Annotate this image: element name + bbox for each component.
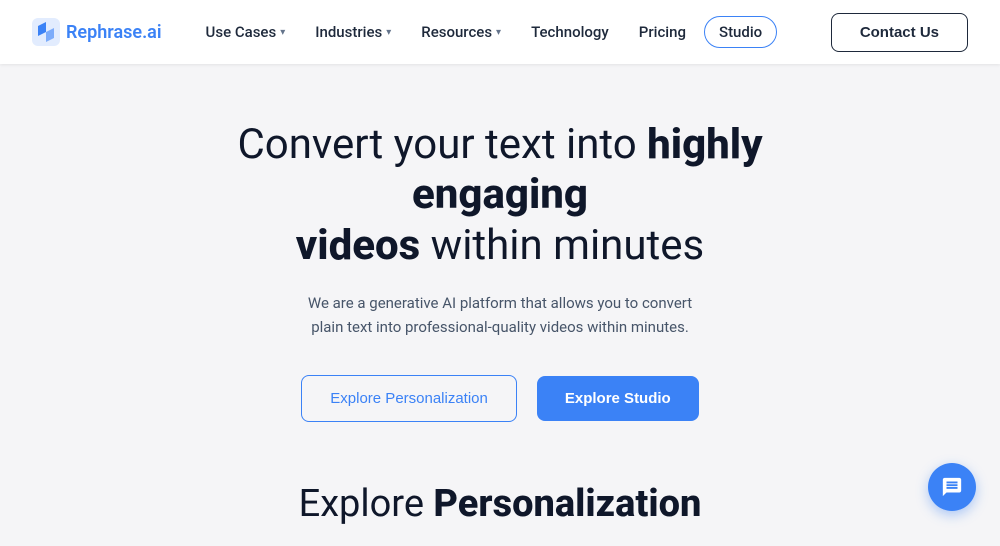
contact-us-button[interactable]: Contact Us (831, 13, 968, 52)
nav-item-use-cases[interactable]: Use Cases ▾ (194, 15, 298, 49)
hero-subtitle: We are a generative AI platform that all… (300, 291, 700, 339)
logo-icon (32, 18, 60, 46)
chat-icon (941, 476, 963, 498)
nav-item-pricing[interactable]: Pricing (627, 15, 698, 49)
logo[interactable]: Rephrase.ai (32, 18, 162, 46)
nav-links: Use Cases ▾ Industries ▾ Resources ▾ Tec… (194, 15, 831, 49)
nav-item-technology[interactable]: Technology (519, 15, 621, 49)
explore-personalization-button[interactable]: Explore Personalization (301, 375, 517, 422)
nav-item-studio[interactable]: Studio (704, 16, 777, 48)
hero-buttons: Explore Personalization Explore Studio (301, 375, 698, 422)
hero-section: Convert your text into highly engagingvi… (0, 64, 1000, 470)
chat-bubble-button[interactable] (928, 463, 976, 511)
nav-item-resources[interactable]: Resources ▾ (409, 15, 513, 49)
chevron-down-icon: ▾ (386, 27, 391, 38)
explore-studio-button[interactable]: Explore Studio (537, 376, 699, 421)
hero-title: Convert your text into highly engagingvi… (160, 120, 840, 271)
chevron-down-icon: ▾ (280, 27, 285, 38)
nav-item-industries[interactable]: Industries ▾ (303, 15, 403, 49)
navbar: Rephrase.ai Use Cases ▾ Industries ▾ Res… (0, 0, 1000, 64)
explore-personalization-title: Explore Personalization (299, 482, 702, 526)
chevron-down-icon: ▾ (496, 27, 501, 38)
logo-text: Rephrase.ai (66, 22, 162, 43)
